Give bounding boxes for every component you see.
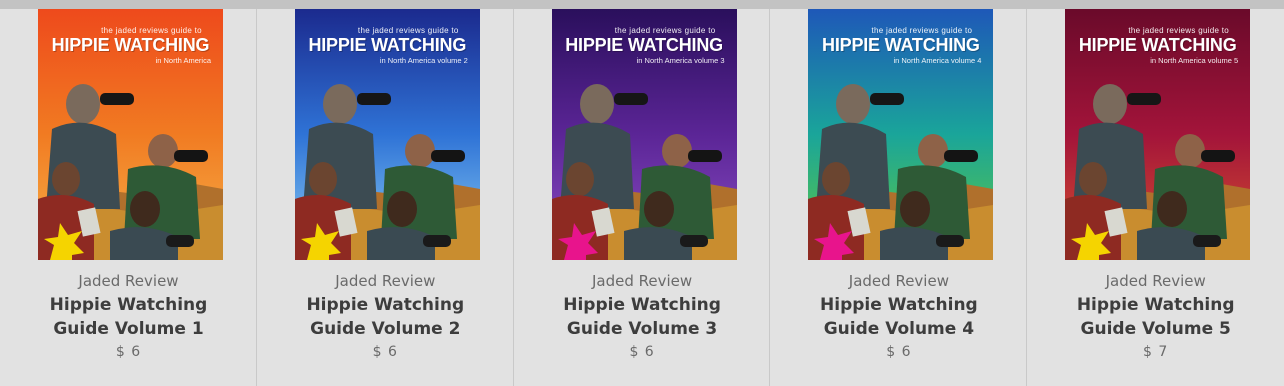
product-cover-image[interactable]: the jaded reviews guide to HIPPIE WATCHI… [1065,9,1251,260]
product-card-5[interactable]: the jaded reviews guide to HIPPIE WATCHI… [1027,9,1284,386]
product-cover-image[interactable]: the jaded reviews guide to HIPPIE WATCHI… [808,9,994,260]
product-info: Jaded Review Hippie Watching Guide Volum… [257,271,514,360]
cover-subtitle: in North America volume 4 [893,56,982,65]
product-card-2[interactable]: the jaded reviews guide to HIPPIE WATCHI… [257,9,514,386]
product-price: $ 7 [1143,344,1169,360]
cover-subtitle: in North America [155,56,211,65]
product-info: Jaded Review Hippie Watching Guide Volum… [1027,271,1284,360]
cover-title: HIPPIE WATCHING [565,35,723,55]
cover-kicker: the jaded reviews guide to [871,26,973,35]
product-vendor[interactable]: Jaded Review [514,271,771,291]
product-info: Jaded Review Hippie Watching Guide Volum… [770,271,1027,360]
product-vendor[interactable]: Jaded Review [0,271,257,291]
cover-subtitle: in North America volume 3 [636,56,725,65]
product-vendor[interactable]: Jaded Review [770,271,1027,291]
product-card-3[interactable]: the jaded reviews guide to HIPPIE WATCHI… [514,9,771,386]
product-info: Jaded Review Hippie Watching Guide Volum… [0,271,257,360]
cover-title: HIPPIE WATCHING [1078,35,1237,55]
cover-subtitle: in North America volume 2 [379,56,468,65]
product-cover-image[interactable]: the jaded reviews guide to HIPPIE WATCHI… [38,9,223,260]
product-price: $ 6 [115,344,142,360]
cover-title: HIPPIE WATCHING [308,35,467,55]
product-title[interactable]: Hippie Watching Guide Volume 3 [514,293,771,341]
product-cover-image[interactable]: the jaded reviews guide to HIPPIE WATCHI… [551,9,737,260]
cover-kicker: the jaded reviews guide to [101,26,202,35]
product-vendor[interactable]: Jaded Review [257,271,514,291]
product-title[interactable]: Hippie Watching Guide Volume 1 [0,293,257,341]
product-price: $ 6 [372,344,398,360]
cover-kicker: the jaded reviews guide to [1128,26,1230,35]
product-title[interactable]: Hippie Watching Guide Volume 4 [770,293,1027,341]
cover-subtitle: in North America volume 5 [1150,56,1239,65]
product-cover-image[interactable]: the jaded reviews guide to HIPPIE WATCHI… [294,9,480,260]
product-card-4[interactable]: the jaded reviews guide to HIPPIE WATCHI… [770,9,1028,386]
top-bar [0,0,1284,9]
product-grid: the jaded reviews guide to HIPPIE WATCHI… [0,9,1284,386]
cover-title: HIPPIE WATCHING [822,35,980,55]
product-info: Jaded Review Hippie Watching Guide Volum… [514,271,771,360]
cover-kicker: the jaded reviews guide to [357,26,459,35]
cover-title: HIPPIE WATCHING [51,35,210,55]
product-price: $ 6 [629,344,655,360]
product-title[interactable]: Hippie Watching Guide Volume 2 [257,293,514,341]
product-title[interactable]: Hippie Watching Guide Volume 5 [1027,293,1284,341]
product-vendor[interactable]: Jaded Review [1027,271,1284,291]
product-card-1[interactable]: the jaded reviews guide to HIPPIE WATCHI… [0,9,257,386]
cover-kicker: the jaded reviews guide to [614,26,716,35]
product-price: $ 6 [886,344,912,360]
